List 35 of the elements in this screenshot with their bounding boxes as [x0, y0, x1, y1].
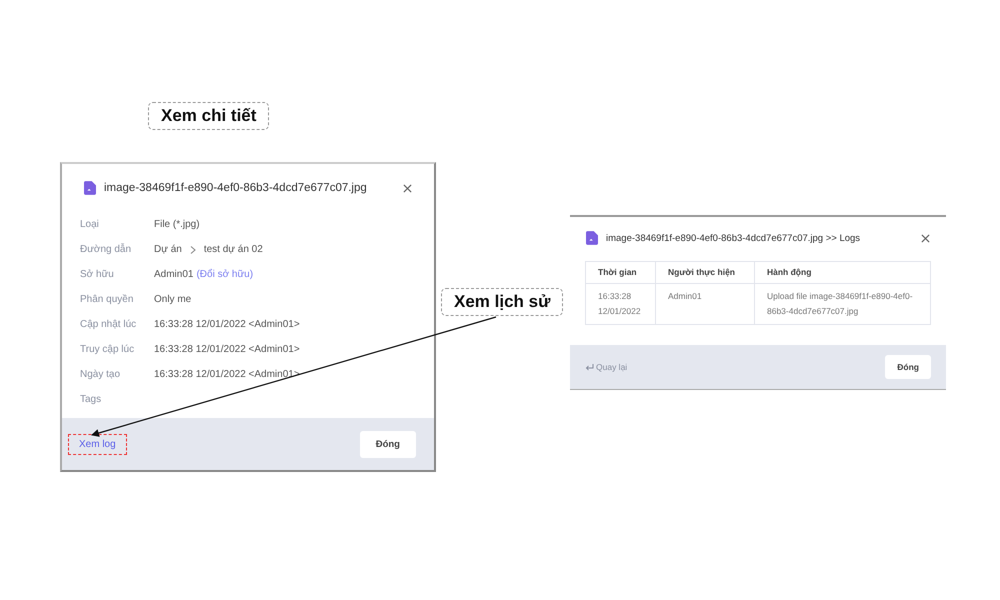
- field-label: Tags: [80, 394, 102, 405]
- chevron-icon: [190, 246, 196, 254]
- table-cell: Upload file image-38469f1f-e890-4ef0-86b3-4dcd7e677c07.jpg: [754, 284, 930, 324]
- view-log-link[interactable]: Xem log: [68, 434, 127, 454]
- dialog-title: image-38469f1f-e890-4ef0-86b3-4dcd7e677c07.jpg: [104, 182, 367, 194]
- close-icon[interactable]: [921, 234, 930, 242]
- callout-label: Xem chi tiết: [148, 102, 270, 130]
- column-header: Thời gian: [586, 262, 656, 284]
- close-icon[interactable]: [403, 184, 412, 192]
- image-file-icon: [586, 231, 598, 245]
- field-value: Only me: [154, 294, 192, 305]
- field-value: File (*.jpg): [154, 219, 200, 230]
- return-icon[interactable]: [585, 364, 594, 370]
- path-link[interactable]: Dự án: [154, 244, 182, 255]
- field-value: Admin01: [154, 269, 194, 280]
- column-header: Người thực hiện: [656, 262, 754, 284]
- close-button[interactable]: Đóng: [885, 355, 931, 379]
- callout-label: Xem lịch sử: [441, 288, 564, 316]
- field-label: Phân quyền: [80, 294, 134, 305]
- field-label: Truy cập lúc: [80, 344, 136, 355]
- field-label: Đường dẫn: [80, 244, 132, 255]
- field-value: 16:33:28 12/01/2022 <Admin01>: [154, 344, 300, 355]
- field-value: 16:33:28 12/01/2022 <Admin01>: [154, 319, 300, 330]
- table-cell: Admin01: [656, 284, 754, 324]
- field-label: Loại: [80, 219, 100, 230]
- field-label: Sở hữu: [80, 269, 115, 280]
- image-file-icon: [84, 181, 96, 195]
- field-value: 16:33:28 12/01/2022 <Admin01>: [154, 369, 300, 380]
- dialog-title: image-38469f1f-e890-4ef0-86b3-4dcd7e677c07.jpg >> Logs: [606, 232, 860, 244]
- field-label: Ngày tạo: [80, 369, 122, 380]
- table-cell: 16:33:28 12/01/2022: [586, 284, 656, 324]
- field-label: Cập nhật lúc: [80, 319, 138, 330]
- column-header: Hành động: [754, 262, 930, 284]
- close-button[interactable]: Đóng: [360, 430, 416, 458]
- path-link[interactable]: test dự án 02: [204, 244, 263, 255]
